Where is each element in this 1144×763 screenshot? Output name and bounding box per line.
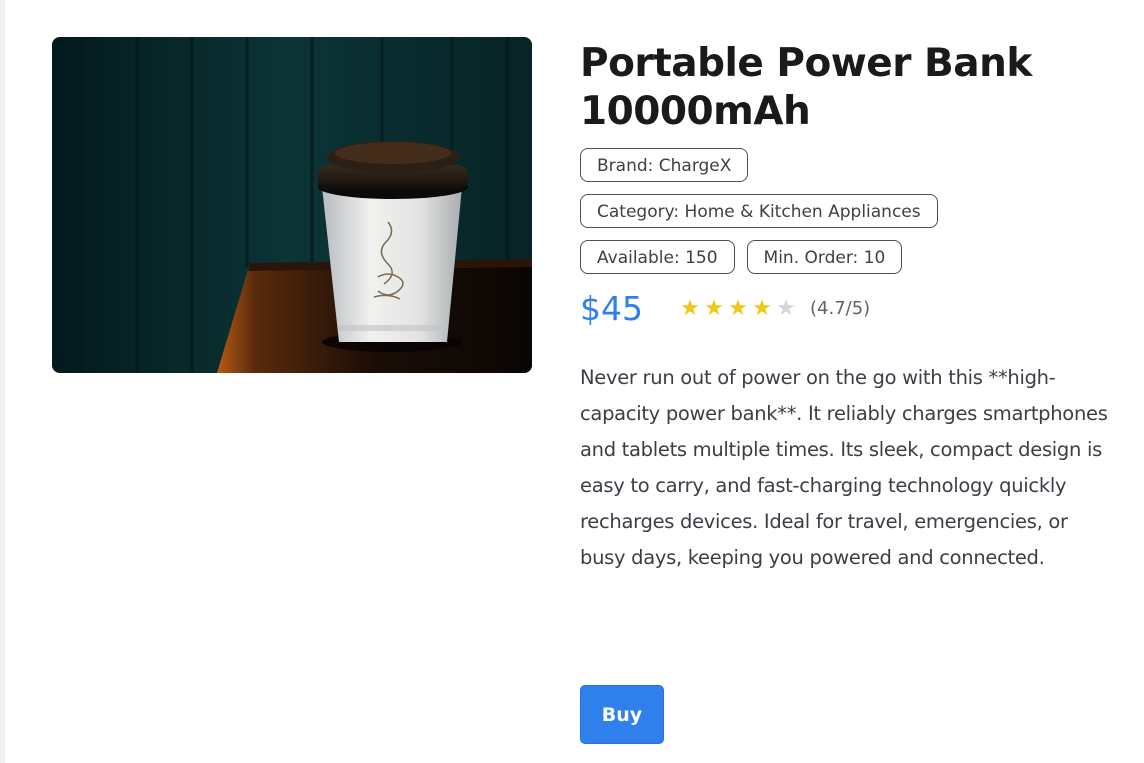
- product-price: $45: [580, 288, 643, 328]
- rating-text: (4.7/5): [810, 297, 871, 319]
- buy-button[interactable]: Buy: [580, 685, 664, 744]
- category-badge: Category: Home & Kitchen Appliances: [580, 194, 938, 228]
- product-info: Portable Power Bank 10000mAh Brand: Char…: [580, 40, 1120, 576]
- product-title: Portable Power Bank 10000mAh: [580, 41, 1032, 134]
- brand-badge: Brand: ChargeX: [580, 148, 749, 182]
- product-description: Never run out of power on the go with th…: [580, 366, 1108, 569]
- price-rating-row: $45 ★ ★ ★ ★ ★ (4.7/5): [580, 286, 1120, 330]
- product-badges: Brand: ChargeX Category: Home & Kitchen …: [580, 148, 1120, 274]
- left-edge: [0, 0, 5, 763]
- star-filled-icon: ★: [728, 295, 748, 321]
- star-filled-icon: ★: [752, 295, 772, 321]
- min-order-badge: Min. Order: 10: [746, 240, 903, 274]
- star-empty-icon: ★: [776, 295, 796, 321]
- coffee-cup-photo: [52, 37, 532, 373]
- rating-stars: ★ ★ ★ ★ ★: [678, 296, 798, 321]
- star-filled-icon: ★: [680, 295, 700, 321]
- available-badge: Available: 150: [580, 240, 735, 274]
- product-image: [52, 37, 532, 373]
- star-filled-icon: ★: [704, 295, 724, 321]
